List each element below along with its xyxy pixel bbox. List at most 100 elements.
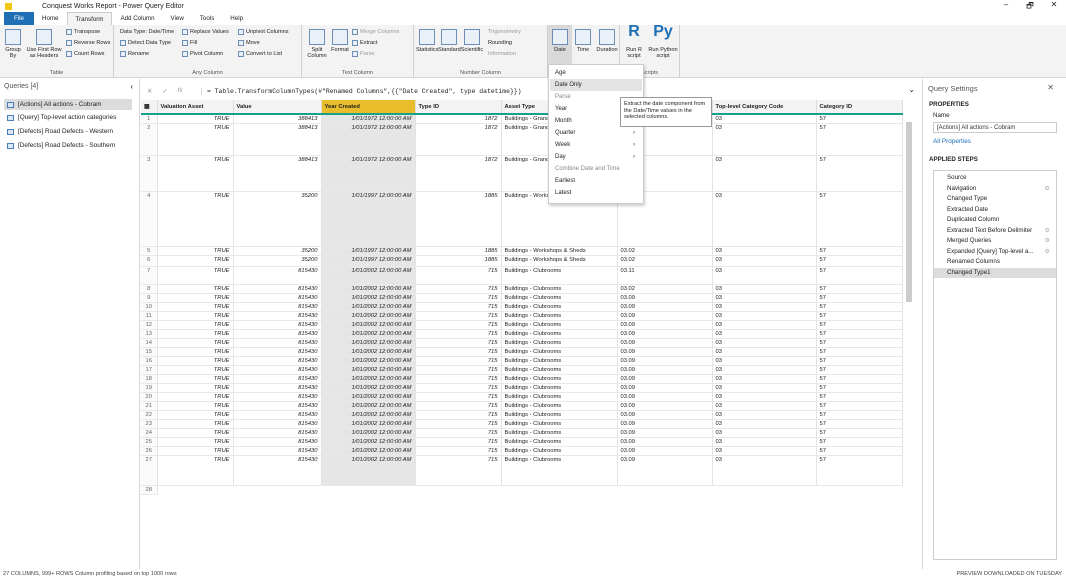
table-cell[interactable]: 03.11 (617, 266, 713, 285)
table-cell[interactable]: 1/01/1972 12:00:00 AM (321, 155, 416, 192)
merge-columns-button[interactable]: Merge Columns (352, 29, 399, 35)
table-cell[interactable]: 03.09 (617, 347, 713, 357)
table-cell[interactable]: 1/01/1997 12:00:00 AM (321, 191, 416, 247)
table-cell[interactable]: Buildings - Workshops & Sheds (501, 246, 618, 256)
table-cell[interactable]: 1/01/2002 12:00:00 AM (321, 428, 416, 438)
table-cell[interactable]: TRUE (157, 191, 234, 247)
confirm-icon[interactable]: ✓ (162, 87, 167, 95)
table-cell[interactable]: TRUE (157, 284, 234, 294)
applied-step[interactable]: Navigation ⚙ (934, 184, 1056, 194)
row-number[interactable]: 13 (141, 329, 158, 339)
run-r-button[interactable]: R Run R script (622, 24, 646, 60)
table-cell[interactable]: 03.09 (617, 311, 713, 321)
table-cell[interactable]: 03 (712, 446, 817, 456)
table-cell[interactable]: 715 (415, 410, 502, 420)
table-cell[interactable]: 03.09 (617, 329, 713, 339)
table-cell[interactable]: 388413 (233, 123, 322, 156)
time-button[interactable]: Time (572, 29, 594, 53)
table-cell[interactable]: 03.02 (617, 246, 713, 256)
table-cell[interactable]: Buildings - Clubrooms (501, 329, 618, 339)
row-number[interactable]: 7 (141, 266, 158, 285)
table-cell[interactable]: 388413 (233, 114, 322, 124)
table-cell[interactable]: 715 (415, 446, 502, 456)
column-header-selected[interactable]: Year Created (321, 100, 416, 115)
table-cell[interactable]: 03.09 (617, 455, 713, 486)
row-number[interactable]: 28 (141, 485, 158, 495)
table-cell[interactable]: 815430 (233, 392, 322, 402)
table-cell[interactable]: Buildings - Clubrooms (501, 392, 618, 402)
row-number[interactable]: 18 (141, 374, 158, 384)
duration-button[interactable]: Duration (594, 29, 620, 53)
table-cell[interactable]: Buildings - Clubrooms (501, 446, 618, 456)
table-cell[interactable]: TRUE (157, 365, 234, 375)
table-cell[interactable]: 1/01/2002 12:00:00 AM (321, 329, 416, 339)
table-cell[interactable]: 1885 (415, 255, 502, 267)
table-cell[interactable]: 03 (712, 410, 817, 420)
collapse-icon[interactable]: ‹ (130, 82, 133, 91)
column-header[interactable]: Type ID (415, 100, 502, 115)
table-cell[interactable]: Buildings - Clubrooms (501, 383, 618, 393)
menu-item-week[interactable]: Week › (555, 139, 639, 151)
table-cell[interactable]: 815430 (233, 365, 322, 375)
rounding-button[interactable]: Rounding (488, 40, 512, 46)
table-cell[interactable]: 03 (712, 374, 817, 384)
table-cell[interactable]: 57 (816, 419, 903, 429)
table-cell[interactable]: 03 (712, 155, 817, 192)
formula-input[interactable]: = Table.TransformColumnTypes(#"Renamed C… (201, 87, 521, 95)
table-cell[interactable]: 57 (816, 266, 903, 285)
table-cell[interactable]: 815430 (233, 311, 322, 321)
table-cell[interactable]: 57 (816, 114, 903, 124)
row-number[interactable]: 6 (141, 255, 158, 267)
table-cell[interactable]: 815430 (233, 284, 322, 294)
table-cell[interactable]: 03 (712, 383, 817, 393)
menu-item-quarter[interactable]: Quarter › (555, 127, 639, 139)
table-cell[interactable]: 03 (712, 320, 817, 330)
count-rows-button[interactable]: Count Rows (66, 51, 104, 57)
table-cell[interactable]: 03 (712, 191, 817, 247)
table-cell[interactable]: 57 (816, 246, 903, 256)
applied-step[interactable]: Merged Queries ⚙ (934, 236, 1056, 246)
table-cell[interactable]: Buildings - Clubrooms (501, 410, 618, 420)
row-number[interactable]: 19 (141, 383, 158, 393)
table-cell[interactable]: 03.09 (617, 338, 713, 348)
reverse-rows-button[interactable]: Reverse Rows (66, 40, 110, 46)
table-cell[interactable]: 815430 (233, 455, 322, 486)
row-number[interactable]: 4 (141, 191, 158, 247)
table-cell[interactable]: 03.09 (617, 374, 713, 384)
table-cell[interactable]: 715 (415, 383, 502, 393)
table-cell[interactable]: 03.09 (617, 428, 713, 438)
row-number[interactable]: 5 (141, 246, 158, 256)
table-cell[interactable]: 57 (816, 428, 903, 438)
table-cell[interactable]: TRUE (157, 437, 234, 447)
table-cell[interactable]: TRUE (157, 428, 234, 438)
table-cell[interactable]: 715 (415, 356, 502, 366)
table-cell[interactable]: 1885 (415, 191, 502, 247)
gear-icon[interactable]: ⚙ (1044, 226, 1050, 236)
table-cell[interactable]: 57 (816, 284, 903, 294)
table-cell[interactable]: 35200 (233, 246, 322, 256)
table-cell[interactable]: TRUE (157, 410, 234, 420)
table-cell[interactable]: 57 (816, 401, 903, 411)
table-cell[interactable]: TRUE (157, 401, 234, 411)
table-cell[interactable]: 03 (712, 123, 817, 156)
table-cell[interactable]: 03.09 (617, 437, 713, 447)
table-cell[interactable]: 715 (415, 347, 502, 357)
table-cell[interactable]: 1872 (415, 114, 502, 124)
move-button[interactable]: Move (238, 40, 260, 46)
detect-type-button[interactable]: Detect Data Type (120, 40, 171, 46)
table-cell[interactable]: 1/01/2002 12:00:00 AM (321, 446, 416, 456)
row-number[interactable]: 24 (141, 428, 158, 438)
table-cell[interactable]: Buildings - Clubrooms (501, 302, 618, 312)
table-cell[interactable]: 715 (415, 374, 502, 384)
row-number[interactable]: 21 (141, 401, 158, 411)
table-cell[interactable]: 03.09 (617, 383, 713, 393)
table-cell[interactable]: 1/01/2002 12:00:00 AM (321, 338, 416, 348)
table-cell[interactable]: 1/01/2002 12:00:00 AM (321, 311, 416, 321)
query-item[interactable]: [Defects] Road Defects - Western (7, 128, 113, 135)
row-number[interactable]: 17 (141, 365, 158, 375)
row-number[interactable]: 23 (141, 419, 158, 429)
table-cell[interactable]: 815430 (233, 356, 322, 366)
table-cell[interactable]: TRUE (157, 392, 234, 402)
table-cell[interactable]: 57 (816, 392, 903, 402)
table-cell[interactable]: 03 (712, 255, 817, 267)
